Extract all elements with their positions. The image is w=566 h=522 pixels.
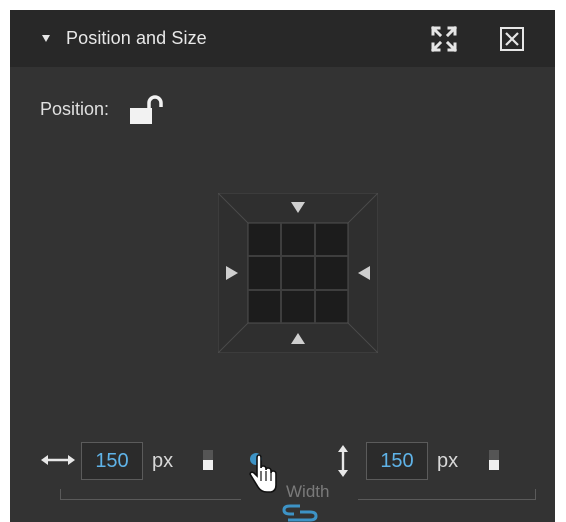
close-box-icon[interactable] (499, 26, 525, 52)
width-tooltip: Width (286, 482, 330, 501)
width-input[interactable]: 150 (81, 442, 143, 480)
caret-down-icon[interactable] (42, 35, 50, 42)
link-bracket-left (60, 489, 241, 500)
height-input[interactable]: 150 (366, 442, 428, 480)
panel-title[interactable]: Position and Size (66, 28, 207, 49)
width-unit: px (152, 450, 174, 472)
size-controls: 150 px 150 px Width (10, 410, 555, 522)
height-unit: px (437, 450, 459, 472)
unlocked-padlock-icon[interactable] (127, 94, 167, 126)
width-unit-toggle[interactable] (203, 450, 213, 470)
anchor-grid (218, 193, 378, 353)
position-label: Position: (40, 99, 110, 119)
width-arrow-icon (41, 455, 75, 465)
panel-header: Position and Size (10, 10, 555, 67)
hand-cursor-icon (249, 454, 277, 493)
position-size-panel: Position and Size Position: 150 px 150 p… (10, 10, 555, 522)
height-arrow-icon (338, 445, 348, 477)
chain-link-icon[interactable] (280, 502, 320, 522)
expand-arrows-icon[interactable] (430, 25, 458, 53)
height-unit-toggle[interactable] (489, 450, 499, 470)
link-bracket-right (358, 489, 536, 500)
